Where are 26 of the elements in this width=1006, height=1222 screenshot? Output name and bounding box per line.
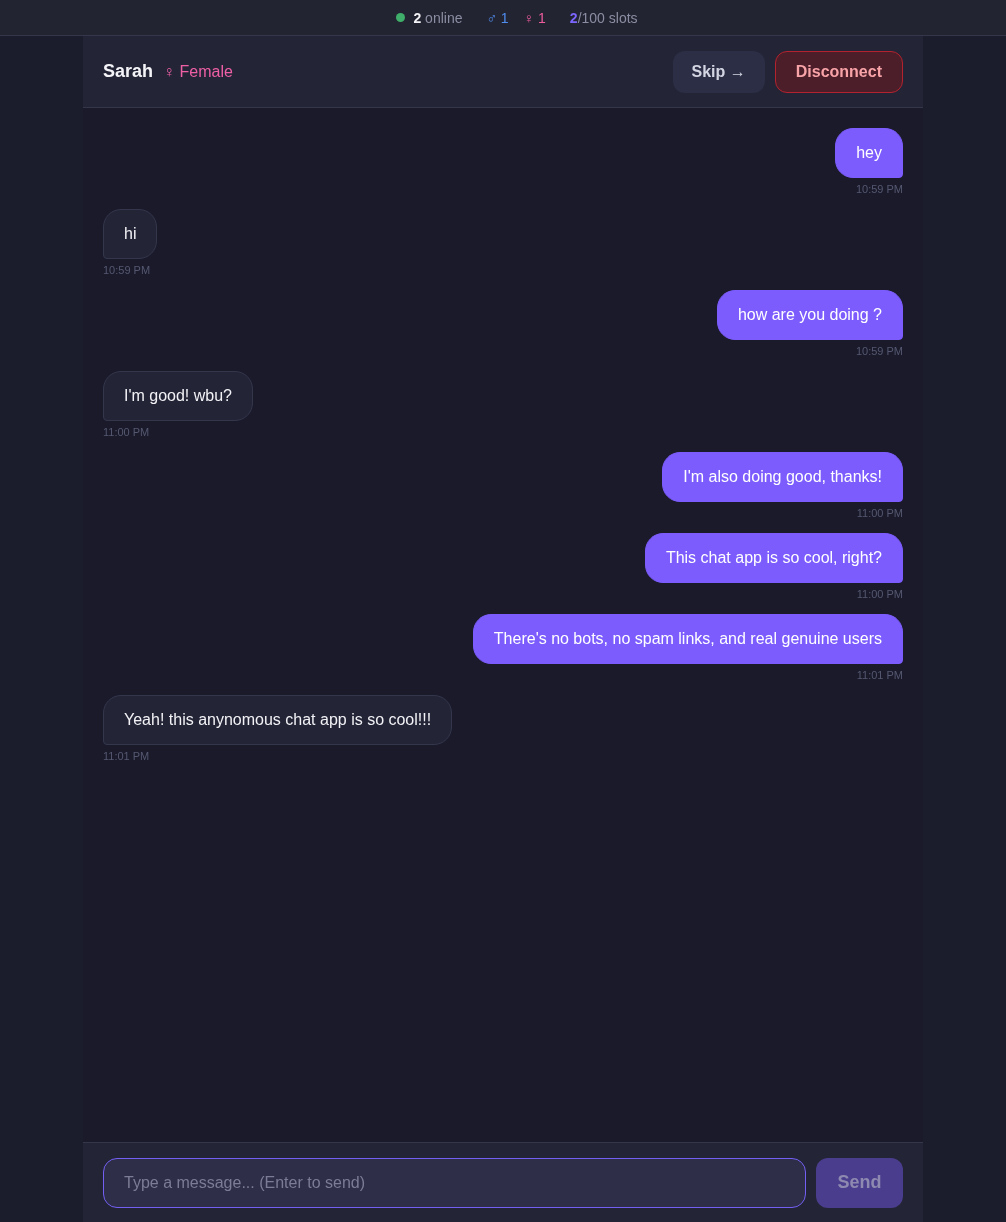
message-bubble: Yeah! this anynomous chat app is so cool!!!	[103, 695, 453, 745]
message-time: 10:59 PM	[855, 344, 903, 358]
message-bubble: There's no bots, no spam links, and real genuine users	[472, 614, 903, 664]
message-input[interactable]: Type a message... (Enter to send)	[103, 1157, 806, 1208]
message-bubble: hi	[103, 209, 158, 259]
slots-count: 2/100 slots	[569, 9, 638, 26]
message-time: 11:00 PM	[856, 587, 903, 601]
online-dot-icon	[396, 13, 406, 22]
message-time: 11:00 PM	[856, 506, 903, 520]
message-time: 10:59 PM	[103, 263, 151, 277]
partner-gender: ♀ Female	[163, 63, 233, 81]
disconnect-button[interactable]: Disconnect	[774, 50, 903, 93]
message-bubble: I'm also doing good, thanks!	[662, 452, 903, 502]
message-time: 10:59 PM	[855, 182, 903, 196]
skip-button[interactable]: Skip →	[672, 50, 765, 93]
partner-name: Sarah	[103, 61, 154, 82]
message-time: 11:01 PM	[856, 668, 903, 682]
male-count: ♂ 1	[486, 9, 509, 26]
message-time: 11:01 PM	[103, 749, 150, 763]
message-bubble: I'm good! wbu?	[103, 371, 253, 421]
message-time: 11:00 PM	[103, 425, 150, 439]
female-count: ♀ 1	[523, 9, 546, 26]
message-bubble: how are you doing ?	[716, 290, 903, 340]
online-count: 2 online	[413, 9, 463, 26]
message-bubble: hey	[835, 128, 903, 178]
message-bubble: This chat app is so cool, right?	[644, 533, 903, 583]
